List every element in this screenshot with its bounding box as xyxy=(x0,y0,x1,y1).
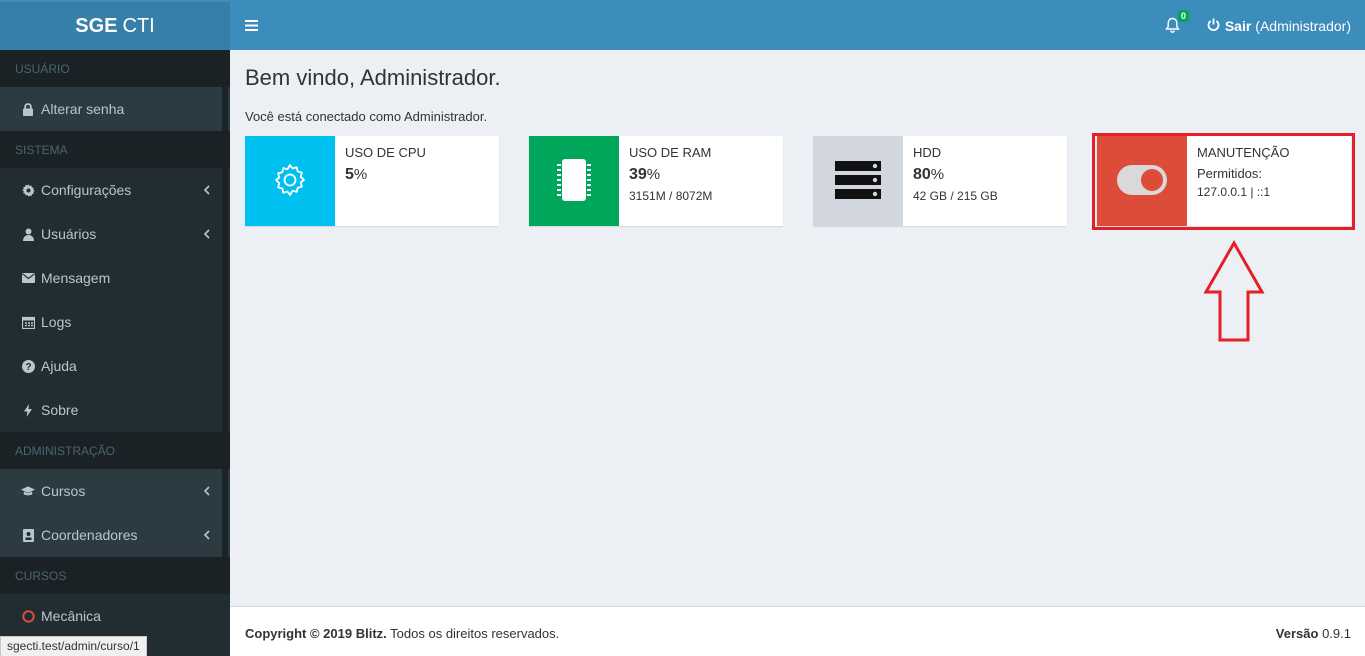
sidebar-item-cursos[interactable]: Cursos xyxy=(0,469,230,513)
ram-value: 39 xyxy=(629,166,647,183)
sidebar-scrollbar[interactable] xyxy=(222,52,228,592)
main-content: Bem vindo, Administrador. Você está cone… xyxy=(230,50,1365,606)
logo-rest: CTI xyxy=(122,14,155,37)
question-circle-icon: ? xyxy=(21,359,35,373)
hdd-detail: 42 GB / 215 GB xyxy=(913,189,998,203)
sidebar-item-label: Alterar senha xyxy=(41,101,125,117)
topbar: 0 Sair (Administrador) xyxy=(230,0,1365,50)
sidebar-item-ajuda[interactable]: ? Ajuda xyxy=(0,344,230,388)
logout-link[interactable]: Sair (Administrador) xyxy=(1207,18,1351,34)
logout-user: (Administrador) xyxy=(1255,18,1351,34)
page-subtitle: Você está conectado como Administrador. xyxy=(245,109,488,124)
sidebar-item-coordenadores[interactable]: Coordenadores xyxy=(0,513,230,557)
gear-outline-icon xyxy=(272,162,308,201)
sidebar-item-sobre[interactable]: Sobre xyxy=(0,388,230,432)
cpu-label: USO DE CPU xyxy=(345,145,426,160)
power-icon xyxy=(1207,18,1220,34)
ram-label: USO DE RAM xyxy=(629,145,712,160)
sidebar-item-label: Usuários xyxy=(41,226,97,242)
sidebar-header-sistema: SISTEMA xyxy=(0,131,230,168)
user-icon xyxy=(21,227,35,241)
svg-text:?: ? xyxy=(25,362,31,373)
logout-label: Sair xyxy=(1224,18,1252,34)
logo-bold: SGE xyxy=(75,14,118,37)
sidebar-item-label: Configurações xyxy=(41,182,132,198)
memory-chip-icon xyxy=(554,158,594,205)
copyright-bold: Copyright © 2019 Blitz. xyxy=(245,626,387,641)
sidebar-item-configuracoes[interactable]: Configurações xyxy=(0,168,230,212)
cpu-value: 5 xyxy=(345,166,354,183)
chevron-left-icon xyxy=(203,182,210,198)
ram-icon-area xyxy=(529,136,619,226)
circle-icon xyxy=(21,609,35,623)
sidebar-item-label: Logs xyxy=(41,314,72,330)
server-icon xyxy=(834,160,882,203)
info-box-cpu: USO DE CPU 5% xyxy=(245,136,499,226)
ram-detail: 3151M / 8072M xyxy=(629,189,713,203)
sidebar-item-alterar-senha[interactable]: Alterar senha xyxy=(0,87,230,131)
id-badge-icon xyxy=(21,528,35,542)
info-box-ram: USO DE RAM 39% 3151M / 8072M xyxy=(529,136,783,226)
sidebar-item-label: Coordenadores xyxy=(41,527,138,543)
info-box-hdd: HDD 80% 42 GB / 215 GB xyxy=(813,136,1067,226)
footer: Copyright © 2019 Blitz. Todos os direito… xyxy=(230,606,1365,656)
bolt-icon xyxy=(21,403,35,417)
hdd-label: HDD xyxy=(913,145,942,160)
sidebar-item-label: Mensagem xyxy=(41,270,111,286)
chevron-left-icon xyxy=(203,527,210,543)
annotation-highlight-box xyxy=(1092,133,1355,230)
sidebar-header-administracao: ADMINISTRAÇÃO xyxy=(0,432,230,469)
calendar-icon xyxy=(21,315,35,329)
browser-status-url: sgecti.test/admin/curso/1 xyxy=(0,636,147,656)
graduation-cap-icon xyxy=(21,484,35,498)
sidebar-item-logs[interactable]: Logs xyxy=(0,300,230,344)
menu-toggle-icon[interactable] xyxy=(245,19,258,34)
ram-unit: % xyxy=(646,166,661,183)
envelope-icon xyxy=(21,271,35,285)
sidebar-item-usuarios[interactable]: Usuários xyxy=(0,212,230,256)
sidebar-item-mensagem[interactable]: Mensagem xyxy=(0,256,230,300)
annotation-up-arrow-icon xyxy=(1202,239,1266,347)
sidebar-item-label: Ajuda xyxy=(41,358,77,374)
cpu-unit: % xyxy=(353,166,368,183)
version-label: Versão xyxy=(1275,626,1319,641)
page-title: Bem vindo, Administrador. xyxy=(245,65,501,90)
sidebar-item-mecanica[interactable]: Mecânica xyxy=(0,594,230,638)
hdd-icon-area xyxy=(813,136,903,226)
hdd-unit: % xyxy=(930,166,945,183)
sidebar-item-label: Cursos xyxy=(41,483,86,499)
chevron-left-icon xyxy=(203,226,210,242)
cpu-icon-area xyxy=(245,136,335,226)
copyright-rest: Todos os direitos reservados. xyxy=(390,626,560,641)
gear-icon xyxy=(21,183,35,197)
version-value: 0.9.1 xyxy=(1322,626,1351,641)
sidebar-header-usuario: USUÁRIO xyxy=(0,50,230,87)
sidebar-item-label: Mecânica xyxy=(41,608,101,624)
chevron-left-icon xyxy=(203,483,210,499)
sidebar-header-cursos: CURSOS xyxy=(0,557,230,594)
sidebar: SGE CTI USUÁRIO Alterar senha SISTEMA Co… xyxy=(0,0,230,656)
notification-badge: 0 xyxy=(1178,10,1190,22)
lock-icon xyxy=(21,102,35,116)
app-logo[interactable]: SGE CTI xyxy=(0,0,230,50)
hdd-value: 80 xyxy=(913,166,931,183)
sidebar-item-label: Sobre xyxy=(41,402,79,418)
